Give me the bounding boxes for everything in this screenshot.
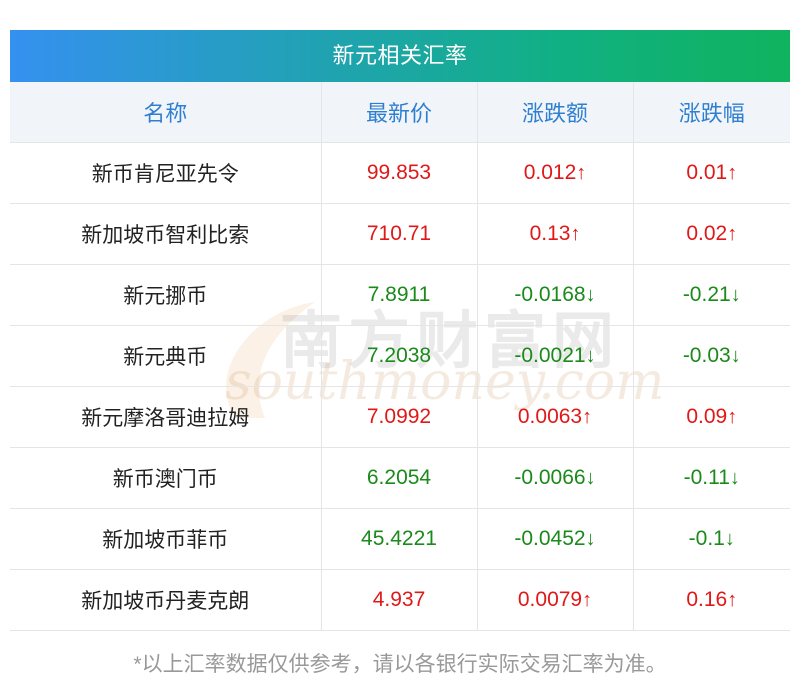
rates-table: 名称 最新价 涨跌额 涨跌幅 新币肯尼亚先令 99.853 0.012↑ 0.01↑ 新…	[10, 82, 790, 631]
change-percent: 0.09↑	[633, 386, 790, 448]
change-percent: 0.02↑	[633, 203, 790, 265]
change-percent-value: -0.21	[682, 283, 731, 306]
arrow-down-icon: ↓	[729, 467, 740, 489]
currency-pair-name: 新元挪币	[10, 264, 322, 326]
change-amount-value: -0.0168	[514, 283, 586, 306]
change-amount: 0.13↑	[477, 203, 634, 265]
change-amount: -0.0452↓	[477, 508, 634, 570]
rates-panel: 新元相关汇率 名称 最新价 涨跌额 涨跌幅 新币肯尼亚先令 99.853 0.012…	[10, 30, 790, 631]
arrow-up-icon: ↑	[582, 589, 593, 611]
change-amount: 0.012↑	[477, 142, 634, 204]
change-percent-value: 0.02	[686, 222, 728, 245]
currency-pair-name: 新加坡币菲币	[10, 508, 322, 570]
change-amount-value: 0.13	[529, 222, 571, 245]
arrow-down-icon: ↓	[585, 345, 596, 367]
arrow-down-icon: ↓	[730, 284, 741, 306]
arrow-up-icon: ↑	[727, 162, 738, 184]
currency-pair-name: 新加坡币丹麦克朗	[10, 569, 322, 631]
table-row: 新币肯尼亚先令 99.853 0.012↑ 0.01↑	[10, 142, 790, 204]
arrow-down-icon: ↓	[730, 345, 741, 367]
column-header-price: 最新价	[321, 82, 478, 143]
change-percent: 0.16↑	[633, 569, 790, 631]
latest-price: 7.8911	[321, 264, 478, 326]
column-header-name: 名称	[10, 82, 322, 143]
change-percent-value: -0.11	[683, 466, 730, 489]
table-row: 新加坡币菲币 45.4221 -0.0452↓ -0.1↓	[10, 508, 790, 570]
change-percent: 0.01↑	[633, 142, 790, 204]
change-amount-value: 0.0063	[517, 405, 583, 428]
arrow-down-icon: ↓	[585, 284, 596, 306]
change-percent-value: -0.03	[682, 344, 731, 367]
table-row: 新加坡币智利比索 710.71 0.13↑ 0.02↑	[10, 203, 790, 265]
change-amount: -0.0066↓	[477, 447, 634, 509]
latest-price: 6.2054	[321, 447, 478, 509]
change-amount-value: 0.012	[523, 161, 577, 184]
arrow-up-icon: ↑	[727, 589, 738, 611]
currency-pair-name: 新元摩洛哥迪拉姆	[10, 386, 322, 448]
change-percent: -0.1↓	[633, 508, 790, 570]
latest-price: 7.2038	[321, 325, 478, 387]
change-percent-value: -0.1	[688, 527, 725, 550]
disclaimer-footnote: *以上汇率数据仅供参考，请以各银行实际交易汇率为准。	[133, 653, 667, 676]
change-percent: -0.21↓	[633, 264, 790, 326]
change-percent: -0.11↓	[633, 447, 790, 509]
column-header-pct: 涨跌幅	[633, 82, 790, 143]
change-amount-value: 0.0079	[517, 588, 583, 611]
change-amount-value: -0.0021	[514, 344, 586, 367]
change-amount-value: -0.0452	[514, 527, 586, 550]
arrow-down-icon: ↓	[724, 528, 735, 550]
table-row: 新元摩洛哥迪拉姆 7.0992 0.0063↑ 0.09↑	[10, 386, 790, 448]
panel-title: 新元相关汇率	[10, 30, 790, 82]
change-amount: 0.0079↑	[477, 569, 634, 631]
change-amount: 0.0063↑	[477, 386, 634, 448]
currency-pair-name: 新元典币	[10, 325, 322, 387]
change-amount: -0.0021↓	[477, 325, 634, 387]
table-row: 新加坡币丹麦克朗 4.937 0.0079↑ 0.16↑	[10, 569, 790, 631]
latest-price: 4.937	[321, 569, 478, 631]
currency-pair-name: 新币澳门币	[10, 447, 322, 509]
currency-pair-name: 新加坡币智利比索	[10, 203, 322, 265]
arrow-down-icon: ↓	[585, 528, 596, 550]
change-percent-value: 0.01	[686, 161, 728, 184]
table-header-row: 名称 最新价 涨跌额 涨跌幅	[10, 82, 790, 143]
change-amount-value: -0.0066	[514, 466, 586, 489]
change-percent-value: 0.16	[686, 588, 728, 611]
currency-pair-name: 新币肯尼亚先令	[10, 142, 322, 204]
arrow-down-icon: ↓	[585, 467, 596, 489]
arrow-up-icon: ↑	[582, 406, 593, 428]
latest-price: 45.4221	[321, 508, 478, 570]
latest-price: 7.0992	[321, 386, 478, 448]
change-percent: -0.03↓	[633, 325, 790, 387]
arrow-up-icon: ↑	[576, 162, 587, 184]
column-header-change: 涨跌额	[477, 82, 634, 143]
latest-price: 710.71	[321, 203, 478, 265]
arrow-up-icon: ↑	[727, 223, 738, 245]
arrow-up-icon: ↑	[727, 406, 738, 428]
table-row: 新元典币 7.2038 -0.0021↓ -0.03↓	[10, 325, 790, 387]
arrow-up-icon: ↑	[570, 223, 581, 245]
table-row: 新币澳门币 6.2054 -0.0066↓ -0.11↓	[10, 447, 790, 509]
change-percent-value: 0.09	[686, 405, 728, 428]
table-row: 新元挪币 7.8911 -0.0168↓ -0.21↓	[10, 264, 790, 326]
latest-price: 99.853	[321, 142, 478, 204]
change-amount: -0.0168↓	[477, 264, 634, 326]
